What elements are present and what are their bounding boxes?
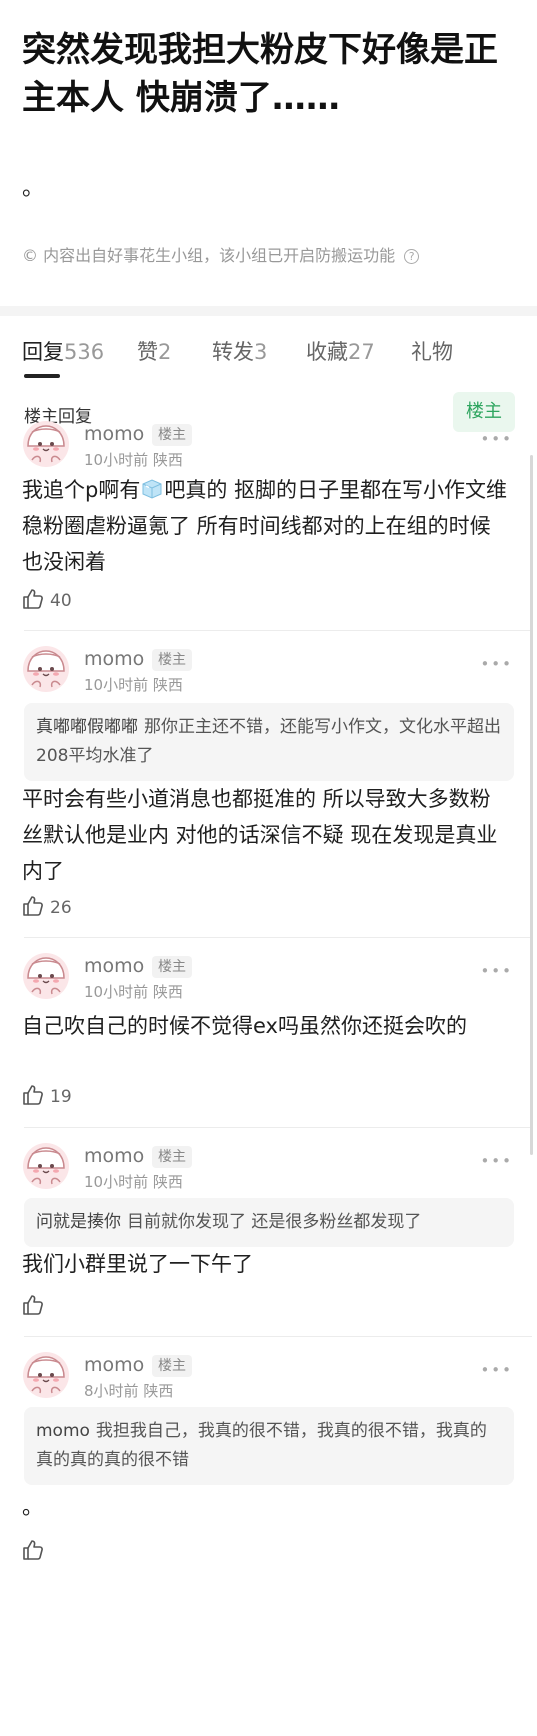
- comment-text: 我追个p啊有 吧真的 抠脚的日子里都在写小作文维稳粉圈虐粉逼氪了 所有时间线都对的…: [22, 478, 508, 574]
- owner-badge: 楼主: [152, 1355, 192, 1377]
- more-icon[interactable]: •••: [480, 962, 513, 980]
- like-button[interactable]: 19: [22, 1084, 72, 1110]
- more-icon[interactable]: •••: [480, 1152, 513, 1170]
- tab-reposts[interactable]: 转发3: [212, 336, 267, 366]
- user-name[interactable]: momo: [84, 1354, 144, 1376]
- avatar[interactable]: [22, 1142, 70, 1190]
- user-name[interactable]: momo: [84, 1145, 144, 1167]
- scrollbar[interactable]: [530, 455, 533, 1155]
- filter-row: 楼主回复 楼主: [0, 390, 537, 436]
- like-button[interactable]: [22, 1294, 50, 1320]
- comment-meta: 10小时前 陕西: [84, 676, 183, 694]
- tab-replies[interactable]: 回复536: [22, 336, 104, 366]
- more-icon[interactable]: •••: [480, 1361, 513, 1379]
- avatar[interactable]: [22, 1351, 70, 1399]
- comment-meta: 10小时前 陕西: [84, 451, 183, 469]
- tab-active-indicator: [24, 374, 60, 378]
- owner-badge: 楼主: [152, 1146, 192, 1168]
- like-button[interactable]: [22, 1539, 50, 1565]
- user-name[interactable]: momo: [84, 648, 144, 670]
- owner-badge: 楼主: [152, 649, 192, 671]
- help-icon[interactable]: ?: [404, 249, 420, 264]
- comment-text: 。: [22, 1495, 43, 1519]
- avatar[interactable]: [22, 645, 70, 693]
- comment-meta: 10小时前 陕西: [84, 1173, 183, 1191]
- post-title: 突然发现我担大粉皮下好像是正主本人 快崩溃了……: [22, 30, 498, 118]
- more-icon[interactable]: •••: [480, 430, 513, 448]
- comment-text: 平时会有些小道消息也都挺准的 所以导致大多数粉丝默认他是业内 对他的话深信不疑 …: [22, 787, 498, 883]
- quoted-reply[interactable]: 真嘟嘟假嘟嘟 那你正主还不错，还能写小作文，文化水平超出208平均水准了: [24, 703, 514, 781]
- post-source-text: 内容出自好事花生小组，该小组已开启防搬运功能: [43, 246, 396, 265]
- thumb-up-icon: [22, 1540, 50, 1562]
- owner-filter-button[interactable]: 楼主: [453, 392, 515, 432]
- thumb-up-icon: [22, 896, 50, 918]
- comment-text: 我们小群里说了一下午了: [22, 1252, 253, 1276]
- avatar[interactable]: [22, 420, 70, 468]
- divider: [24, 1127, 532, 1128]
- quoted-user-name: 问就是揍你: [36, 1212, 121, 1232]
- copyright-icon: ©: [22, 246, 38, 265]
- quoted-reply[interactable]: momo 我担我自己，我真的很不错，我真的很不错，我真的真的真的真的很不错: [24, 1407, 514, 1485]
- tab-favorites[interactable]: 收藏27: [306, 336, 375, 366]
- quoted-user-name: momo: [36, 1421, 90, 1441]
- comment-meta: 10小时前 陕西: [84, 983, 183, 1001]
- owner-badge: 楼主: [152, 956, 192, 978]
- owner-badge: 楼主: [152, 424, 192, 446]
- like-button[interactable]: 40: [22, 588, 72, 614]
- divider: [24, 1336, 532, 1337]
- comment-meta: 8小时前 陕西: [84, 1382, 174, 1400]
- quoted-text: 目前就你发现了 还是很多粉丝都发现了: [127, 1212, 422, 1232]
- post-source: © 内容出自好事花生小组，该小组已开启防搬运功能 ?: [22, 242, 420, 266]
- like-count: 40: [50, 591, 72, 611]
- quoted-text: 我担我自己，我真的很不错，我真的很不错，我真的真的真的真的很不错: [36, 1421, 487, 1470]
- quoted-user-name: 真嘟嘟假嘟嘟: [36, 717, 138, 737]
- user-name[interactable]: momo: [84, 423, 144, 445]
- section-gap: [0, 306, 537, 316]
- tab-bar: 回复536 赞2 转发3 收藏27 礼物: [0, 316, 537, 382]
- ice-cube-emoji-icon: [140, 478, 164, 502]
- thumb-up-icon: [22, 589, 50, 611]
- user-name[interactable]: momo: [84, 955, 144, 977]
- post-body: 。: [22, 176, 45, 201]
- thumb-up-icon: [22, 1295, 50, 1317]
- quoted-reply[interactable]: 问就是揍你 目前就你发现了 还是很多粉丝都发现了: [24, 1198, 514, 1247]
- like-button[interactable]: 26: [22, 895, 72, 921]
- post-header: 突然发现我担大粉皮下好像是正主本人 快崩溃了…… 。 © 内容出自好事花生小组，…: [0, 0, 537, 306]
- like-count: 19: [50, 1087, 72, 1107]
- like-count: 26: [50, 898, 72, 918]
- divider: [24, 937, 532, 938]
- comment-text: 自己吹自己的时候不觉得ex吗虽然你还挺会吹的: [22, 1014, 467, 1038]
- divider: [24, 630, 532, 631]
- tab-gifts[interactable]: 礼物: [411, 336, 453, 366]
- thumb-up-icon: [22, 1085, 50, 1107]
- avatar[interactable]: [22, 952, 70, 1000]
- more-icon[interactable]: •••: [480, 655, 513, 673]
- tab-likes[interactable]: 赞2: [137, 336, 171, 366]
